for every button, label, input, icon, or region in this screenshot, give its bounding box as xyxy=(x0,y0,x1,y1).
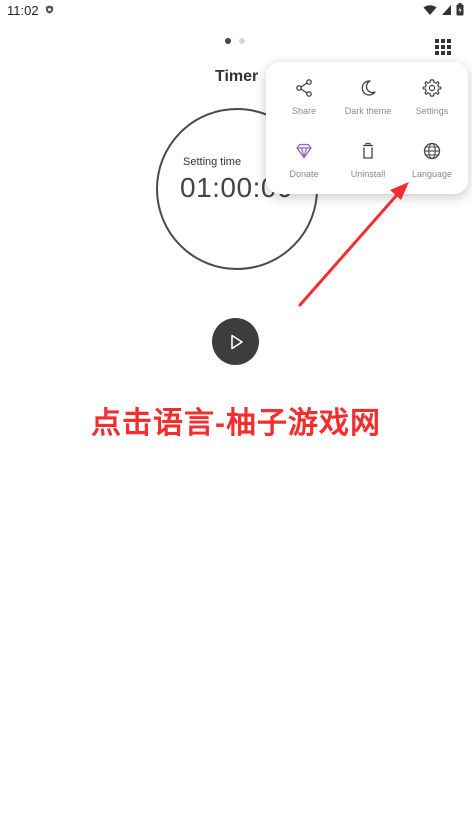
page-indicator xyxy=(225,38,245,44)
globe-icon xyxy=(423,142,441,160)
page-dot[interactable] xyxy=(239,38,245,44)
status-bar: 11:02 xyxy=(0,0,472,22)
annotation-text: 点击语言-柚子游戏网 xyxy=(91,407,381,440)
page-dot-active[interactable] xyxy=(225,38,231,44)
diamond-icon xyxy=(296,143,312,160)
menu-item-uninstall[interactable]: Uninstall xyxy=(335,139,401,195)
menu-item-label: Uninstall xyxy=(350,169,386,179)
menu-item-label: Share xyxy=(291,106,317,116)
menu-item-language[interactable]: Language xyxy=(399,139,465,195)
menu-item-dark-theme[interactable]: Dark theme xyxy=(335,76,401,132)
battery-icon xyxy=(456,3,464,16)
menu-item-label: Dark theme xyxy=(344,106,392,116)
grid-menu-icon[interactable] xyxy=(434,38,452,56)
menu-item-label: Language xyxy=(411,169,453,179)
menu-item-share[interactable]: Share xyxy=(271,76,337,132)
share-icon xyxy=(296,79,312,97)
page-title: Timer xyxy=(215,68,259,85)
moon-icon xyxy=(361,80,376,96)
menu-item-settings[interactable]: Settings xyxy=(399,76,465,132)
wifi-icon xyxy=(423,4,437,15)
menu-item-label: Settings xyxy=(415,106,449,116)
signal-icon xyxy=(442,4,451,15)
menu-item-donate[interactable]: Donate xyxy=(271,139,337,195)
setting-time-label: Setting time xyxy=(183,156,242,168)
play-icon xyxy=(230,334,243,349)
play-button[interactable] xyxy=(212,318,259,365)
popup-menu: Share Dark theme Settings Donate Uninsta… xyxy=(266,62,468,194)
status-time: 11:02 xyxy=(7,3,39,18)
shield-icon xyxy=(45,5,54,14)
menu-item-label: Donate xyxy=(289,169,319,179)
gear-icon xyxy=(422,79,442,97)
status-icons xyxy=(423,3,464,16)
trash-icon xyxy=(363,142,373,159)
